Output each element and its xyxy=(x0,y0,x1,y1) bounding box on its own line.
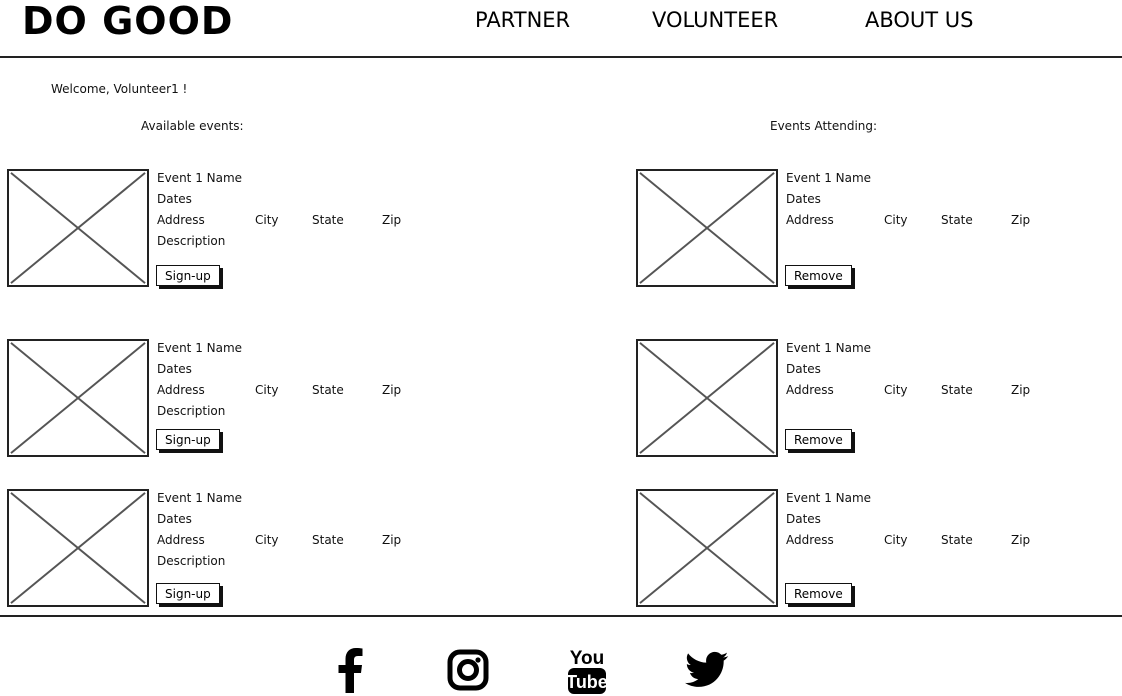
event-name: Event 1 Name xyxy=(786,171,872,185)
attending-event-card: Event 1 Name Dates Address City State Zi… xyxy=(636,489,1106,614)
event-city: City xyxy=(255,213,279,227)
events-attending-heading: Events Attending: xyxy=(770,119,878,133)
event-name: Event 1 Name xyxy=(157,491,243,505)
event-image-placeholder xyxy=(636,169,778,287)
event-zip: Zip xyxy=(382,213,402,227)
event-name: Event 1 Name xyxy=(157,341,243,355)
event-city: City xyxy=(884,533,908,547)
available-event-card: Event 1 Name Dates Address City State Zi… xyxy=(7,339,477,464)
event-name: Event 1 Name xyxy=(786,491,872,505)
youtube-icon[interactable]: You Tube xyxy=(564,644,610,696)
event-image-placeholder xyxy=(636,339,778,457)
event-description: Description xyxy=(157,554,226,568)
event-state: State xyxy=(312,533,344,547)
header-divider xyxy=(0,56,1122,58)
event-dates: Dates xyxy=(157,192,192,206)
instagram-icon[interactable] xyxy=(446,644,490,696)
welcome-message: Welcome, Volunteer1 ! xyxy=(51,82,188,96)
remove-button[interactable]: Remove xyxy=(785,265,852,286)
event-dates: Dates xyxy=(157,362,192,376)
event-description: Description xyxy=(157,404,226,418)
event-address: Address xyxy=(786,533,834,547)
event-zip: Zip xyxy=(1011,533,1031,547)
event-zip: Zip xyxy=(1011,383,1031,397)
event-address: Address xyxy=(786,383,834,397)
attending-event-card: Event 1 Name Dates Address City State Zi… xyxy=(636,339,1106,464)
nav-partner[interactable]: PARTNER xyxy=(475,7,570,33)
event-dates: Dates xyxy=(157,512,192,526)
remove-button[interactable]: Remove xyxy=(785,429,852,450)
event-zip: Zip xyxy=(382,383,402,397)
event-city: City xyxy=(884,383,908,397)
event-state: State xyxy=(941,533,973,547)
available-events-heading: Available events: xyxy=(141,119,244,133)
twitter-icon[interactable] xyxy=(684,644,730,696)
brand-logo[interactable]: DO GOOD xyxy=(22,0,233,42)
event-image-placeholder xyxy=(7,339,149,457)
event-state: State xyxy=(941,383,973,397)
event-image-placeholder xyxy=(7,169,149,287)
event-address: Address xyxy=(786,213,834,227)
footer-divider xyxy=(0,615,1122,617)
event-state: State xyxy=(312,383,344,397)
event-zip: Zip xyxy=(1011,213,1031,227)
nav-volunteer[interactable]: VOLUNTEER xyxy=(652,7,778,33)
event-name: Event 1 Name xyxy=(786,341,872,355)
event-city: City xyxy=(255,383,279,397)
event-dates: Dates xyxy=(786,362,821,376)
event-state: State xyxy=(941,213,973,227)
signup-button[interactable]: Sign-up xyxy=(156,583,220,604)
event-name: Event 1 Name xyxy=(157,171,243,185)
event-address: Address xyxy=(157,213,205,227)
event-address: Address xyxy=(157,383,205,397)
event-description: Description xyxy=(157,234,226,248)
event-city: City xyxy=(255,533,279,547)
youtube-text-top: You xyxy=(570,648,604,669)
youtube-text-bottom: Tube xyxy=(566,672,608,692)
remove-button[interactable]: Remove xyxy=(785,583,852,604)
event-image-placeholder xyxy=(636,489,778,607)
event-dates: Dates xyxy=(786,512,821,526)
available-event-card: Event 1 Name Dates Address City State Zi… xyxy=(7,169,477,294)
event-zip: Zip xyxy=(382,533,402,547)
event-state: State xyxy=(312,213,344,227)
event-image-placeholder xyxy=(7,489,149,607)
event-city: City xyxy=(884,213,908,227)
signup-button[interactable]: Sign-up xyxy=(156,429,220,450)
signup-button[interactable]: Sign-up xyxy=(156,265,220,286)
event-dates: Dates xyxy=(786,192,821,206)
facebook-icon[interactable] xyxy=(330,644,370,696)
available-event-card: Event 1 Name Dates Address City State Zi… xyxy=(7,489,477,614)
nav-about-us[interactable]: ABOUT US xyxy=(865,7,974,33)
attending-event-card: Event 1 Name Dates Address City State Zi… xyxy=(636,169,1106,294)
event-address: Address xyxy=(157,533,205,547)
